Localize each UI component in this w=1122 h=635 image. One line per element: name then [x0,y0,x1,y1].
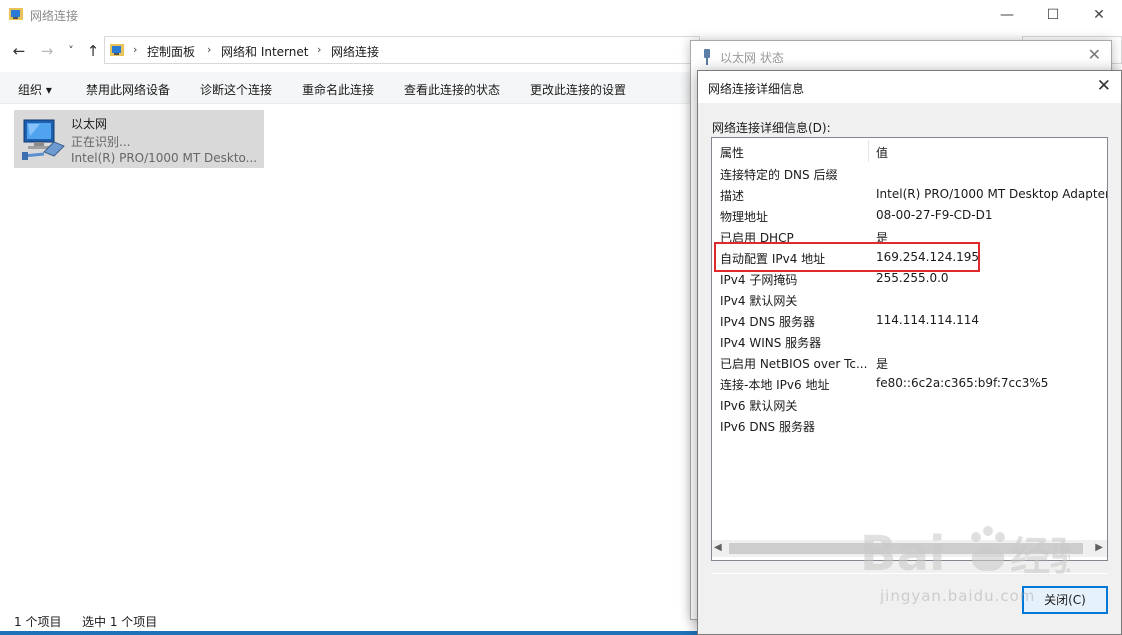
property-cell: IPv4 子网掩码 [720,273,798,287]
close-dialog-button[interactable]: 关闭(C) [1022,586,1108,614]
up-arrow-icon[interactable]: ↑ [84,42,102,60]
property-cell: IPv4 DNS 服务器 [720,315,815,329]
property-cell: IPv4 默认网关 [720,294,798,308]
list-item[interactable]: IPv4 子网掩码 255.255.0.0 [712,268,1107,289]
control-panel-icon [110,44,124,56]
value-cell: 169.254.124.195 [876,250,980,264]
connection-details-dialog: 网络连接详细信息 ✕ 网络连接详细信息(D): 属性 值 连接特定的 DNS 后… [697,70,1122,635]
list-item[interactable]: 已启用 NetBIOS over Tc... 是 [712,352,1107,373]
value-cell: 是 [876,357,889,371]
disable-device-button[interactable]: 禁用此网络设备 [86,81,170,98]
connection-adapter: Intel(R) PRO/1000 MT Deskto... [71,151,258,165]
property-cell: 描述 [720,189,745,203]
column-divider[interactable] [868,140,869,162]
maximize-button[interactable]: ☐ [1030,0,1076,30]
property-cell: 已启用 NetBIOS over Tc... [720,357,868,371]
breadcrumb-network-internet[interactable]: 网络和 Internet [221,43,308,60]
status-window-title: 以太网 状态 [720,51,784,65]
address-bar[interactable]: › 控制面板 › 网络和 Internet › 网络连接 [104,36,700,64]
window-title: 网络连接 [30,9,79,23]
forward-arrow-icon[interactable]: → [38,42,56,60]
change-settings-button[interactable]: 更改此连接的设置 [530,81,626,98]
list-item[interactable]: 已启用 DHCP 是 [712,226,1107,247]
scroll-left-icon[interactable]: ◀ [714,542,722,553]
property-cell: 已启用 DHCP [720,231,794,245]
connection-name: 以太网 [71,117,108,131]
value-cell: fe80::6c2a:c365:b9f:7cc3%5 [876,376,1049,390]
chevron-right-icon: › [207,43,212,56]
property-cell: 连接-本地 IPv6 地址 [720,378,830,392]
property-cell: 物理地址 [720,210,769,224]
list-item[interactable]: 自动配置 IPv4 地址 169.254.124.195 [712,247,1107,268]
divider [711,573,1108,574]
list-item[interactable]: IPv4 WINS 服务器 [712,331,1107,352]
chevron-right-icon: › [133,43,138,56]
view-status-button[interactable]: 查看此连接的状态 [404,81,500,98]
scrollbar-thumb[interactable] [729,543,1083,554]
value-cell: 08-00-27-F9-CD-D1 [876,208,993,222]
list-item[interactable]: IPv6 默认网关 [712,394,1107,415]
chevron-right-icon: › [317,43,322,56]
ethernet-plug-icon [704,49,710,65]
breadcrumb-control-panel[interactable]: 控制面板 [147,43,195,60]
value-cell: Intel(R) PRO/1000 MT Desktop Adapter [876,187,1108,201]
list-item[interactable]: 连接特定的 DNS 后缀 [712,163,1107,184]
close-window-button[interactable]: ✕ [1076,0,1122,30]
diagnose-connection-button[interactable]: 诊断这个连接 [200,81,272,98]
list-item[interactable]: 连接-本地 IPv6 地址 fe80::6c2a:c365:b9f:7cc3%5 [712,373,1107,394]
list-item[interactable]: 物理地址 08-00-27-F9-CD-D1 [712,205,1107,226]
rename-connection-button[interactable]: 重命名此连接 [302,81,374,98]
column-header-property[interactable]: 属性 [720,144,744,161]
horizontal-scrollbar[interactable]: ◀ ▶ [712,540,1107,557]
property-cell: 自动配置 IPv4 地址 [720,252,826,266]
value-cell: 是 [876,231,889,245]
list-item[interactable]: IPv4 默认网关 [712,289,1107,310]
value-cell: 255.255.0.0 [876,271,949,285]
column-header-value[interactable]: 值 [876,144,888,161]
title-bar: 网络连接 — ☐ ✕ [0,0,1122,30]
value-cell: 114.114.114.114 [876,313,980,327]
connection-status: 正在识别... [71,135,131,149]
recent-locations-icon[interactable]: ˅ [62,44,80,57]
back-arrow-icon[interactable]: ← [10,42,28,60]
dialog-title-bar: 网络连接详细信息 ✕ [698,71,1121,103]
scroll-right-icon[interactable]: ▶ [1095,542,1103,553]
minimize-button[interactable]: — [984,0,1030,30]
property-cell: IPv6 DNS 服务器 [720,420,815,434]
item-count: 1 个项目 [14,615,62,629]
close-icon[interactable]: ✕ [1097,76,1111,96]
details-list[interactable]: 属性 值 连接特定的 DNS 后缀 描述 Intel(R) PRO/1000 M… [711,137,1108,561]
dialog-title: 网络连接详细信息 [708,82,805,96]
ethernet-connection-item[interactable]: 以太网 正在识别... Intel(R) PRO/1000 MT Deskto.… [14,110,264,168]
selected-count: 选中 1 个项目 [82,615,158,629]
list-item[interactable]: IPv6 DNS 服务器 [712,415,1107,436]
ethernet-adapter-icon [22,119,65,160]
property-cell: IPv6 默认网关 [720,399,798,413]
property-cell: 连接特定的 DNS 后缀 [720,168,838,182]
property-cell: IPv4 WINS 服务器 [720,336,822,350]
list-item[interactable]: IPv4 DNS 服务器 114.114.114.114 [712,310,1107,331]
list-item[interactable]: 描述 Intel(R) PRO/1000 MT Desktop Adapter [712,184,1108,205]
close-icon[interactable]: ✕ [1088,45,1101,64]
breadcrumb-network-connections[interactable]: 网络连接 [331,43,379,60]
details-label: 网络连接详细信息(D): [712,121,831,135]
network-folder-icon [9,8,23,20]
organize-menu[interactable]: 组织 ▾ [18,81,52,98]
